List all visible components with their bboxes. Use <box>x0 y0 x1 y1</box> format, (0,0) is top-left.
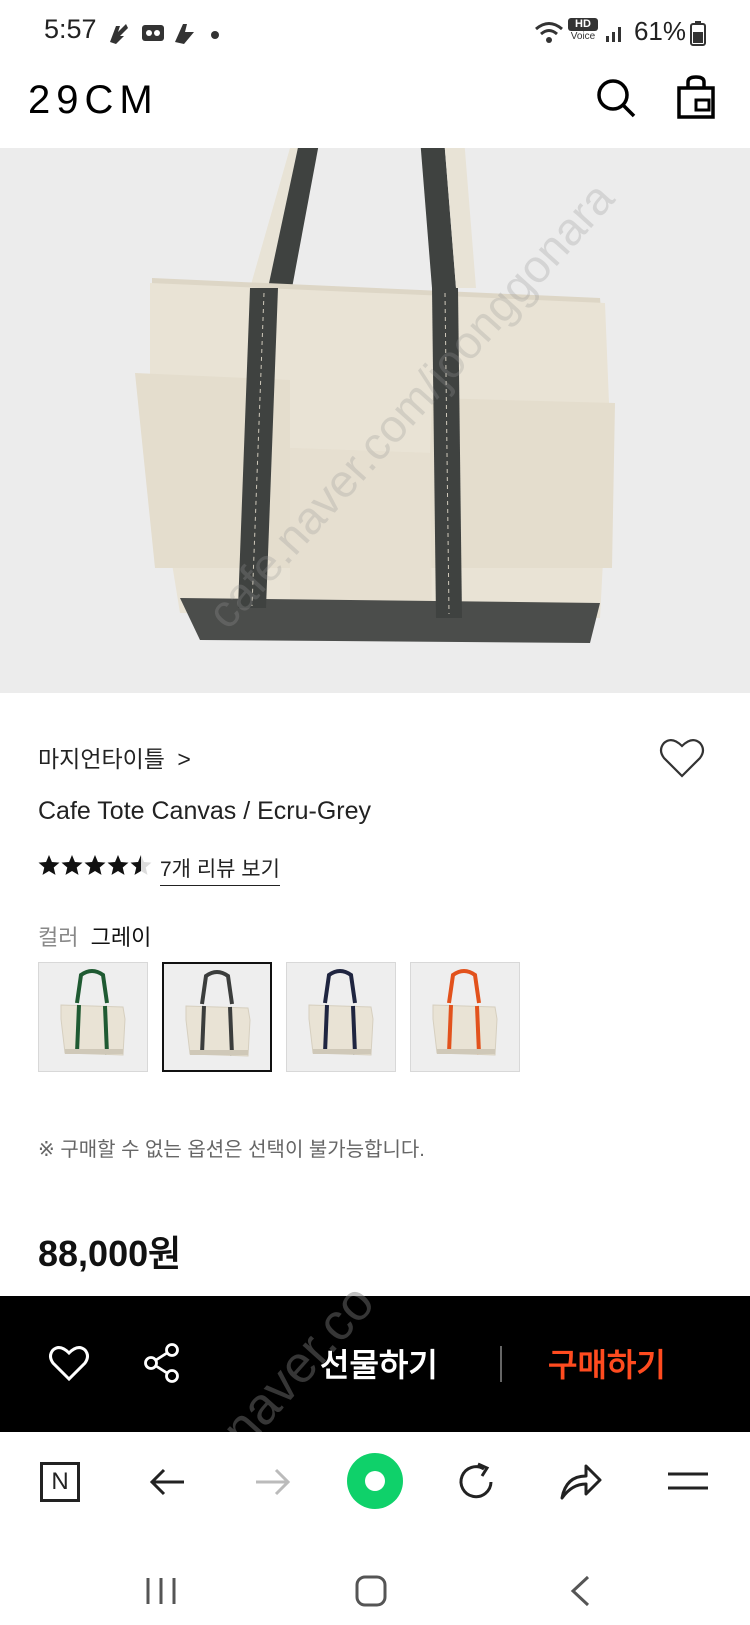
share-arrow-icon[interactable] <box>558 1460 604 1502</box>
back-arrow-icon[interactable] <box>148 1462 188 1502</box>
shopping-bag-icon[interactable] <box>674 74 718 120</box>
like-heart-icon[interactable] <box>48 1344 90 1382</box>
gift-button[interactable]: 선물하기 <box>320 1340 438 1386</box>
more-notifications-dot-icon <box>211 31 219 39</box>
star-filled-icon <box>107 855 129 875</box>
share-icon[interactable] <box>142 1342 182 1384</box>
color-option-label: 컬러 그레이 <box>38 920 151 952</box>
battery-icon <box>690 21 706 46</box>
status-bar: 5:57 HD Voice 61% <box>0 0 750 64</box>
color-label: 컬러 <box>38 925 79 950</box>
tote-thumbnail-icon <box>60 969 126 1056</box>
chevron-right-icon: > <box>177 746 191 772</box>
rating-stars <box>38 853 152 883</box>
system-nav-bar <box>0 1532 750 1625</box>
buy-button[interactable]: 구매하기 <box>548 1340 666 1386</box>
star-rating-icon <box>38 855 152 875</box>
review-link[interactable]: 7개 리뷰 보기 <box>160 853 280 886</box>
color-value: 그레이 <box>90 925 152 950</box>
color-swatch[interactable] <box>38 962 148 1072</box>
tote-thumbnail-icon <box>432 969 498 1056</box>
app-notification-icon <box>110 24 128 44</box>
star-filled-icon <box>61 855 83 875</box>
app-header: 29CM <box>0 64 750 149</box>
voicemail-icon <box>142 25 164 41</box>
product-hero-image[interactable]: cafe.naver.com/joonggonara <box>0 148 750 693</box>
product-price: 88,000원 <box>38 1233 182 1274</box>
color-swatch[interactable] <box>286 962 396 1072</box>
back-nav-icon[interactable] <box>568 1574 592 1608</box>
menu-icon[interactable] <box>666 1466 710 1496</box>
browser-toolbar: N <box>0 1432 750 1532</box>
refresh-icon[interactable] <box>456 1460 498 1504</box>
signal-icon <box>606 27 621 42</box>
wifi-icon <box>535 22 563 43</box>
tote-thumbnail-icon <box>308 969 374 1056</box>
battery-percent: 61% <box>633 16 686 46</box>
action-divider <box>500 1346 502 1382</box>
tote-thumbnail-icon <box>185 970 251 1057</box>
naver-home-icon[interactable]: N <box>40 1462 80 1502</box>
brand-name: 마지언타이틀 <box>38 746 165 772</box>
recent-apps-icon[interactable] <box>144 1576 178 1606</box>
product-title: Cafe Tote Canvas / Ecru-Grey <box>38 797 372 825</box>
hd-voice-icon: HD Voice <box>568 18 598 48</box>
tote-bag-illustration <box>0 148 750 693</box>
search-icon[interactable] <box>594 76 638 120</box>
star-filled-icon <box>38 855 60 875</box>
wishlist-heart-icon[interactable] <box>658 736 706 780</box>
naver-green-dot-icon[interactable] <box>346 1452 404 1510</box>
option-notice: ※ 구매할 수 없는 옵션은 선택이 불가능합니다. <box>38 1139 425 1161</box>
star-filled-icon <box>84 855 106 875</box>
purchase-action-bar: 선물하기 구매하기 naver.co <box>0 1274 750 1458</box>
home-icon[interactable] <box>354 1574 388 1608</box>
forward-arrow-icon[interactable] <box>252 1462 292 1502</box>
color-swatch[interactable] <box>410 962 520 1072</box>
status-time: 5:57 <box>44 14 97 44</box>
brand-link[interactable]: 마지언타이틀 > <box>38 740 191 774</box>
brand-logo[interactable]: 29CM <box>28 78 159 123</box>
color-swatch[interactable] <box>162 962 272 1072</box>
app-notification-icon-2 <box>175 24 194 44</box>
